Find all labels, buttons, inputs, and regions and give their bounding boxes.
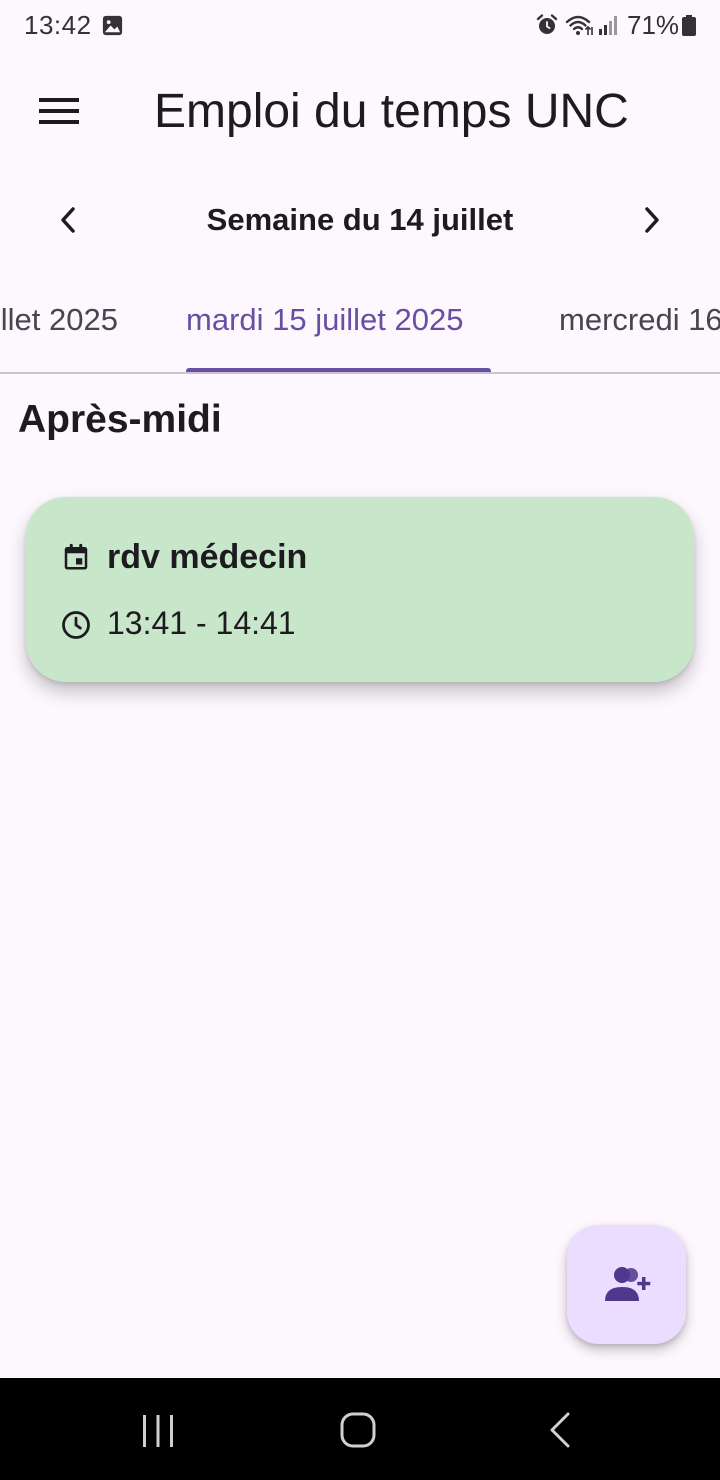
tab-previous-day[interactable]: lundi 14 juillet 2025 [0,302,118,338]
menu-icon [39,98,79,124]
app-title: Emploi du temps UNC [154,85,629,138]
recents-icon[interactable] [140,1414,176,1448]
status-time: 13:42 [24,10,92,40]
back-icon[interactable] [548,1412,572,1448]
wifi-icon [565,15,593,35]
system-nav-bar [0,1378,720,1480]
chevron-right-icon [645,207,659,233]
event-time: 13:41 - 14:41 [107,605,296,641]
alarm-icon [536,14,558,34]
add-person-icon [604,1266,650,1301]
day-tabs: lundi 14 juillet 2025 mardi 15 juillet 2… [0,282,720,374]
signal-icon [599,16,617,35]
gallery-icon [102,15,123,36]
status-bar: 13:42 71% [0,0,720,52]
tab-indicator [186,368,491,372]
tab-next-day[interactable]: mercredi 16 juillet 2025 [559,302,720,338]
next-week-button[interactable] [628,196,676,244]
calendar-icon [64,543,88,570]
menu-button[interactable] [28,80,90,142]
event-card[interactable]: rdv médecin 13:41 - 14:41 [26,497,694,682]
clock-icon [62,611,90,639]
add-person-button[interactable] [567,1225,686,1344]
week-label: Semaine du 14 juillet [206,202,514,237]
battery-icon [682,15,696,36]
tab-active-day[interactable]: mardi 15 juillet 2025 [186,302,463,338]
home-icon[interactable] [340,1412,376,1448]
event-title: rdv médecin [107,538,308,576]
battery-percent: 71% [627,10,680,40]
section-title: Après-midi [18,398,222,441]
